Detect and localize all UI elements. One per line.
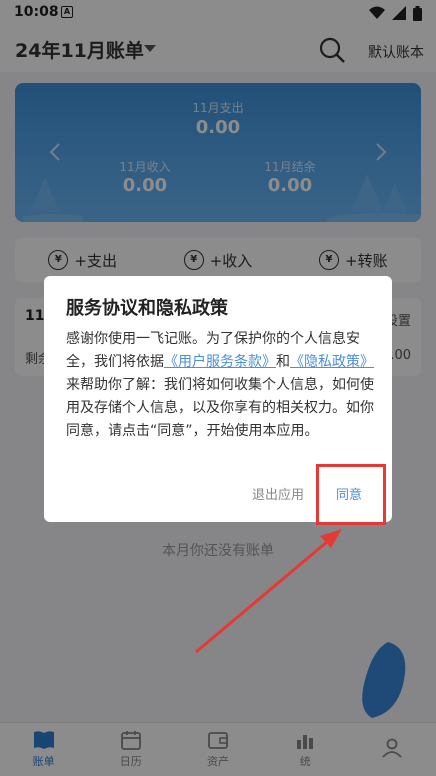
terms-link[interactable]: 《用户服务条款》 xyxy=(164,354,276,370)
dialog-text: 和 xyxy=(276,354,290,370)
exit-app-button[interactable]: 退出应用 xyxy=(252,484,304,503)
dialog-text: 来帮助你了解：我们将如何收集个人信息，如何使用及存储个人信息，以及你享有的相关权… xyxy=(66,377,374,439)
dialog-body: 感谢你使用一飞记账。为了保护你的个人信息安全，我们将依据《用户服务条款》和《隐私… xyxy=(66,328,376,443)
privacy-link[interactable]: 《隐私政策》 xyxy=(290,354,374,370)
dialog-title: 服务协议和隐私政策 xyxy=(66,298,228,319)
highlight-box xyxy=(316,464,386,525)
